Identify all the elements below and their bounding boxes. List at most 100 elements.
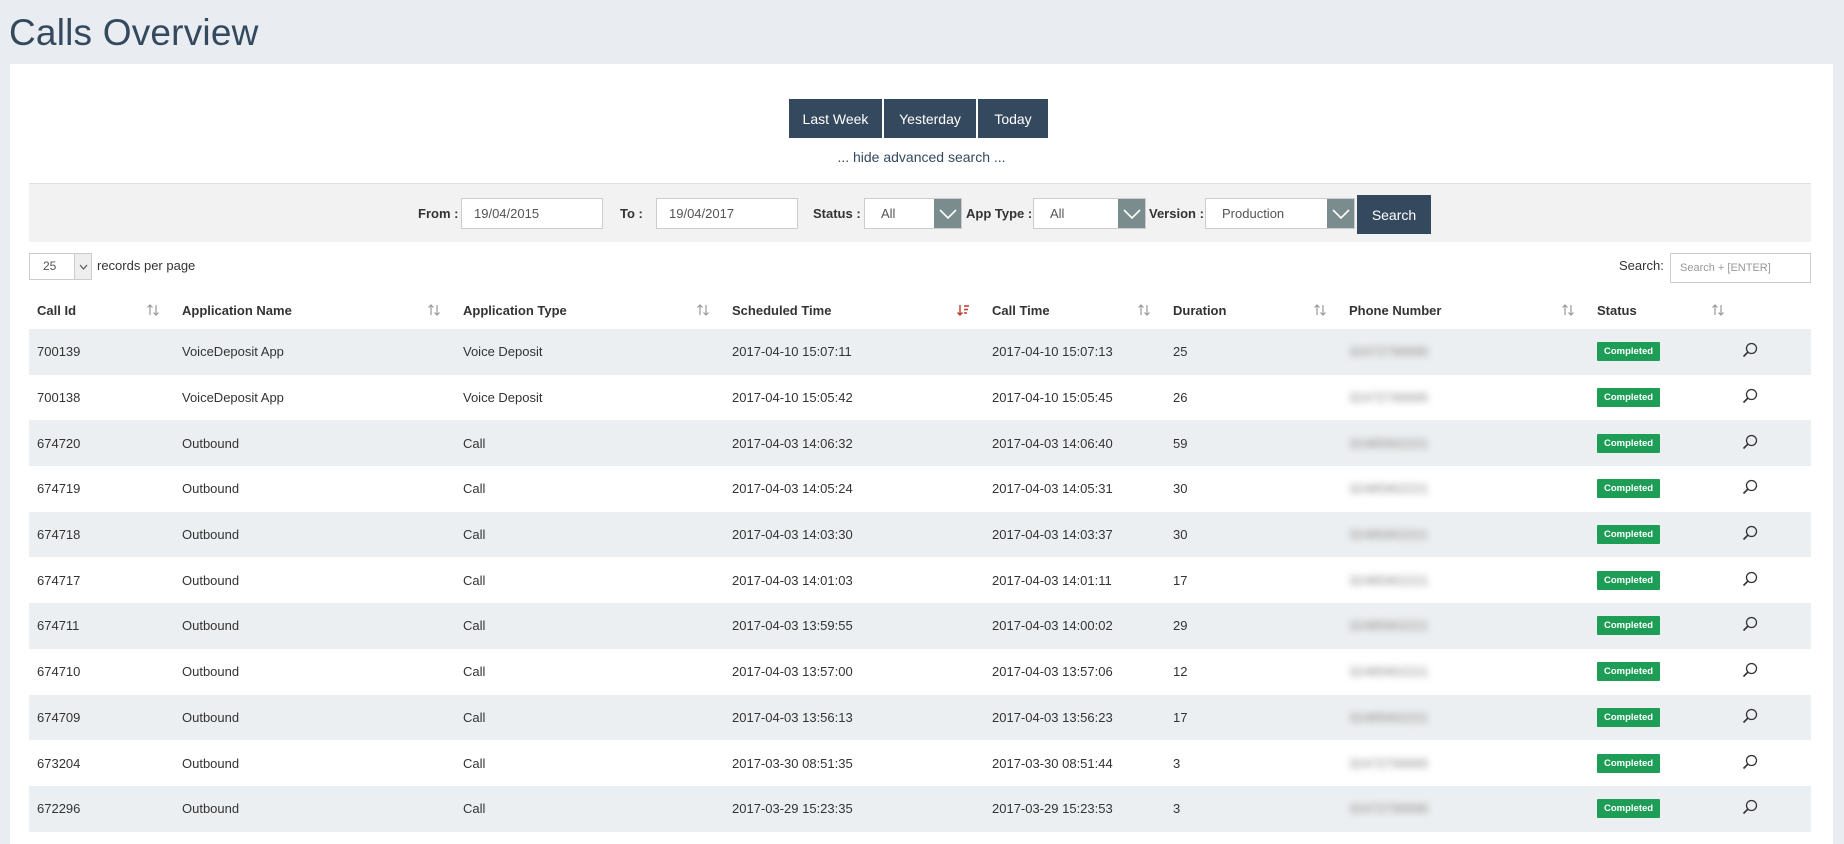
version-select[interactable]: Production bbox=[1205, 198, 1355, 229]
sort-icon bbox=[1712, 304, 1724, 316]
cell-duration: 17 bbox=[1165, 694, 1341, 741]
cell-phone: 32485902221 bbox=[1341, 420, 1589, 467]
cell-call-time-text: 2017-03-29 15:23:53 bbox=[992, 801, 1113, 817]
cell-call-time-text: 2017-04-03 13:57:06 bbox=[992, 664, 1113, 680]
magnifier-icon[interactable] bbox=[1742, 525, 1758, 544]
cell-duration: 17 bbox=[1165, 557, 1341, 604]
status-badge: Completed bbox=[1597, 662, 1661, 682]
status-badge: Completed bbox=[1597, 799, 1661, 819]
table-row[interactable]: 674709 Outbound Call 2017-04-03 13:56:13 201… bbox=[29, 694, 1811, 741]
table-search-input[interactable] bbox=[1670, 253, 1811, 283]
search-button[interactable]: Search bbox=[1357, 195, 1431, 234]
magnifier-icon[interactable] bbox=[1742, 479, 1758, 498]
column-header-duration[interactable]: Duration bbox=[1165, 291, 1341, 329]
table-row[interactable]: 674720 Outbound Call 2017-04-03 14:06:32 201… bbox=[29, 420, 1811, 467]
table-row[interactable]: 672296 Outbound Call 2017-03-29 15:23:35 201… bbox=[29, 785, 1811, 832]
cell-duration: 3 bbox=[1165, 785, 1341, 832]
cell-app-name-text: Outbound bbox=[182, 435, 240, 451]
cell-duration: 26 bbox=[1165, 374, 1341, 421]
sort-icon bbox=[1138, 304, 1150, 316]
column-header-application-type[interactable]: Application Type bbox=[455, 291, 724, 329]
cell-call-id: 674711 bbox=[29, 603, 174, 649]
cell-call-time: 2017-04-03 14:00:02 bbox=[984, 603, 1165, 649]
cell-phone: 32485902221 bbox=[1341, 603, 1589, 649]
magnifier-icon[interactable] bbox=[1742, 571, 1758, 590]
cell-call-id: 700139 bbox=[29, 329, 174, 375]
cell-call-id-text: 674718 bbox=[37, 527, 81, 543]
cell-actions bbox=[1739, 603, 1811, 649]
cell-app-name-text: Outbound bbox=[182, 527, 240, 543]
cell-app-type: Call bbox=[455, 785, 724, 832]
cell-status: Completed bbox=[1589, 420, 1739, 467]
column-header-status[interactable]: Status bbox=[1589, 291, 1739, 329]
column-header-call-id[interactable]: Call Id bbox=[29, 291, 174, 329]
cell-app-name-text: Outbound bbox=[182, 664, 240, 680]
chevron-down-icon[interactable] bbox=[1118, 199, 1145, 228]
table-row[interactable]: 673204 Outbound Call 2017-03-30 08:51:35 201… bbox=[29, 740, 1811, 786]
calls-table: Call Id Application Name Application Typ… bbox=[29, 291, 1811, 832]
table-row[interactable]: 674718 Outbound Call 2017-04-03 14:03:30 201… bbox=[29, 511, 1811, 558]
app-type-select-value: All bbox=[1050, 206, 1065, 221]
cell-scheduled-text: 2017-04-03 14:01:03 bbox=[732, 572, 853, 588]
today-button[interactable]: Today bbox=[978, 99, 1048, 138]
cell-phone: 32472799995 bbox=[1341, 329, 1589, 375]
table-search-label: Search: bbox=[1619, 258, 1664, 273]
cell-scheduled-text: 2017-03-29 15:23:35 bbox=[732, 801, 853, 817]
from-date-input[interactable]: 19/04/2015 bbox=[461, 198, 603, 229]
last-week-button[interactable]: Last Week bbox=[789, 99, 882, 138]
cell-duration-text: 3 bbox=[1173, 801, 1181, 817]
table-row[interactable]: 700138 VoiceDeposit App Voice Deposit 2017-… bbox=[29, 374, 1811, 421]
chevron-down-icon[interactable] bbox=[74, 254, 91, 279]
status-badge: Completed bbox=[1597, 479, 1661, 499]
cell-phone-text: 32472799995 bbox=[1349, 344, 1429, 360]
magnifier-icon[interactable] bbox=[1742, 388, 1758, 407]
table-row[interactable]: 674711 Outbound Call 2017-04-03 13:59:55 201… bbox=[29, 603, 1811, 649]
magnifier-icon[interactable] bbox=[1742, 708, 1758, 727]
column-header-actions bbox=[1739, 291, 1811, 329]
status-select[interactable]: All bbox=[864, 198, 962, 229]
status-label: Status : bbox=[813, 206, 861, 221]
table-row[interactable]: 674717 Outbound Call 2017-04-03 14:01:03 201… bbox=[29, 557, 1811, 604]
column-header-scheduled-time[interactable]: Scheduled Time bbox=[724, 291, 984, 329]
cell-actions bbox=[1739, 785, 1811, 832]
cell-actions bbox=[1739, 329, 1811, 375]
cell-app-type: Call bbox=[455, 466, 724, 512]
magnifier-icon[interactable] bbox=[1742, 799, 1758, 818]
yesterday-button[interactable]: Yesterday bbox=[884, 99, 976, 138]
chevron-down-icon[interactable] bbox=[1327, 199, 1354, 228]
to-date-input[interactable]: 19/04/2017 bbox=[656, 198, 798, 229]
cell-call-time-text: 2017-04-03 14:06:40 bbox=[992, 435, 1113, 451]
cell-actions bbox=[1739, 557, 1811, 604]
cell-phone-text: 32472799995 bbox=[1349, 755, 1429, 771]
cell-scheduled: 2017-04-03 13:59:55 bbox=[724, 603, 984, 649]
cell-status: Completed bbox=[1589, 740, 1739, 786]
cell-duration-text: 17 bbox=[1173, 572, 1188, 588]
cell-actions bbox=[1739, 466, 1811, 512]
records-per-page-select[interactable]: 25 bbox=[29, 253, 92, 280]
cell-duration: 59 bbox=[1165, 420, 1341, 467]
cell-call-time: 2017-04-10 15:05:45 bbox=[984, 374, 1165, 421]
hide-advanced-search-link[interactable]: ... hide advanced search ... bbox=[10, 149, 1833, 165]
app-type-select[interactable]: All bbox=[1033, 198, 1146, 229]
magnifier-icon[interactable] bbox=[1742, 434, 1758, 453]
column-header-application-name[interactable]: Application Name bbox=[174, 291, 455, 329]
cell-call-time-text: 2017-04-03 14:03:37 bbox=[992, 527, 1113, 543]
column-header-call-time[interactable]: Call Time bbox=[984, 291, 1165, 329]
cell-duration-text: 3 bbox=[1173, 755, 1181, 771]
column-header-phone-number[interactable]: Phone Number bbox=[1341, 291, 1589, 329]
magnifier-icon[interactable] bbox=[1742, 754, 1758, 773]
cell-app-type: Call bbox=[455, 557, 724, 604]
table-row[interactable]: 674719 Outbound Call 2017-04-03 14:05:24 201… bbox=[29, 466, 1811, 512]
magnifier-icon[interactable] bbox=[1742, 342, 1758, 361]
chevron-down-icon[interactable] bbox=[934, 199, 961, 228]
cell-status: Completed bbox=[1589, 374, 1739, 421]
cell-duration-text: 30 bbox=[1173, 527, 1188, 543]
magnifier-icon[interactable] bbox=[1742, 616, 1758, 635]
magnifier-icon[interactable] bbox=[1742, 662, 1758, 681]
cell-call-time: 2017-03-29 15:23:53 bbox=[984, 785, 1165, 832]
table-row[interactable]: 700139 VoiceDeposit App Voice Deposit 2017-… bbox=[29, 329, 1811, 375]
cell-scheduled: 2017-04-03 13:57:00 bbox=[724, 648, 984, 695]
cell-scheduled-text: 2017-04-03 14:06:32 bbox=[732, 435, 853, 451]
table-row[interactable]: 674710 Outbound Call 2017-04-03 13:57:00 201… bbox=[29, 648, 1811, 695]
cell-phone: 32472799995 bbox=[1341, 374, 1589, 421]
